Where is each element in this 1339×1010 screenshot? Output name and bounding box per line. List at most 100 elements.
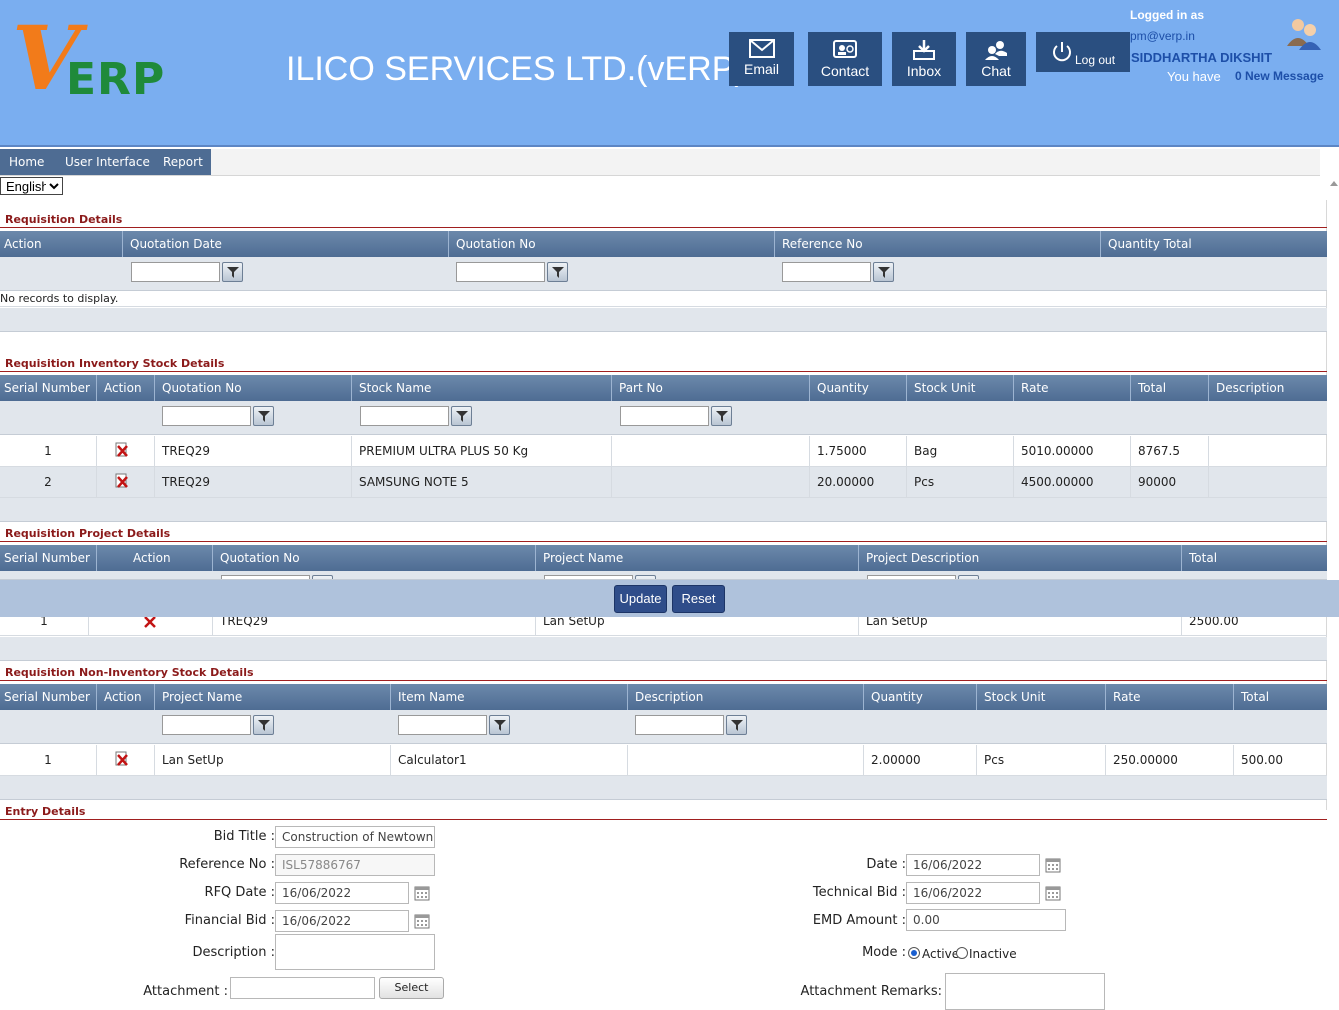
col-project-name[interactable]: Project Name [158,684,391,710]
date-label: Date : [866,857,906,872]
filter-button[interactable] [253,715,274,735]
bid-title-input[interactable]: Construction of Newtown of [275,826,435,848]
attachment-remarks-textarea[interactable] [945,973,1105,1010]
col-part-no[interactable]: Part No [615,375,810,401]
filter-icon [494,720,506,731]
select-file-button[interactable]: Select [379,977,444,999]
col-rate[interactable]: Rate [1109,684,1234,710]
filter-input[interactable] [456,262,545,282]
inbox-button[interactable]: Inbox [892,32,956,86]
menu-home[interactable]: Home [9,155,44,169]
delete-icon[interactable] [114,473,130,489]
col-rate[interactable]: Rate [1017,375,1131,401]
filter-button[interactable] [253,406,274,426]
col-stock-unit[interactable]: Stock Unit [910,375,1014,401]
col-quotation-no[interactable]: Quotation No [452,231,775,257]
filter-button[interactable] [873,262,894,282]
col-quantity[interactable]: Quantity [813,375,907,401]
update-button[interactable]: Update [614,585,667,613]
technical-bid-input[interactable]: 16/06/2022 [906,882,1040,904]
filter-input[interactable] [635,715,724,735]
col-stock-unit[interactable]: Stock Unit [980,684,1106,710]
col-serial-number[interactable]: Serial Number [0,375,97,401]
col-serial-number[interactable]: Serial Number [0,684,97,710]
calendar-icon[interactable] [1045,857,1061,873]
col-item-name[interactable]: Item Name [394,684,628,710]
col-total[interactable]: Total [1134,375,1209,401]
col-project-description[interactable]: Project Description [862,545,1182,571]
col-quotation-no[interactable]: Quotation No [216,545,536,571]
filter-input[interactable] [620,406,709,426]
calendar-icon[interactable] [1045,885,1061,901]
bid-title-label: Bid Title : [213,829,275,844]
financial-bid-input[interactable]: 16/06/2022 [275,910,409,932]
description-textarea[interactable] [275,934,435,970]
user-name: SIDDHARTHA DIKSHIT [1131,50,1273,65]
filter-input[interactable] [360,406,449,426]
calendar-icon[interactable] [414,885,430,901]
cell-serial: 1 [0,617,89,636]
chat-button[interactable]: Chat [966,32,1026,86]
col-quantity[interactable]: Quantity [867,684,977,710]
email-icon [748,39,775,58]
contact-button[interactable]: Contact [808,32,882,86]
col-project-name[interactable]: Project Name [539,545,859,571]
filter-button[interactable] [547,262,568,282]
col-description[interactable]: Description [631,684,864,710]
col-action[interactable]: Action [100,375,155,401]
mode-active-radio[interactable] [908,947,920,959]
filter-icon [716,411,728,422]
reference-no-input[interactable]: ISL57886767 [275,854,435,876]
filter-button[interactable] [726,715,747,735]
email-button[interactable]: Email [729,32,794,86]
attachment-input[interactable] [230,977,375,999]
filter-input[interactable] [162,715,251,735]
filter-button[interactable] [222,262,243,282]
emd-amount-input[interactable]: 0.00 [906,909,1066,931]
calendar-icon[interactable] [414,913,430,929]
col-quotation-no[interactable]: Quotation No [158,375,352,401]
logout-button[interactable]: Log out [1036,32,1130,72]
menu-user-interface[interactable]: User Interface [65,155,150,169]
mode-inactive-radio[interactable] [956,947,968,959]
date-input[interactable]: 16/06/2022 [906,854,1040,876]
logo-erp: ERP [66,54,166,105]
rfq-date-input[interactable]: 16/06/2022 [275,882,409,904]
delete-icon[interactable] [114,442,130,458]
table-row: 2 TREQ29 SAMSUNG NOTE 5 20.00000 Pcs 450… [0,467,1327,498]
new-message-link[interactable]: 0 New Message [1235,69,1324,83]
filter-button[interactable] [489,715,510,735]
mode-label: Mode : [862,945,906,960]
col-description[interactable]: Description [1212,375,1327,401]
cell-quotation-no: TREQ29 [158,436,352,467]
col-total[interactable]: Total [1237,684,1327,710]
filter-input[interactable] [398,715,487,735]
col-action[interactable]: Action [100,545,213,571]
language-select[interactable]: English [0,177,63,195]
filter-input[interactable] [162,406,251,426]
col-action[interactable]: Action [0,231,123,257]
menu-report[interactable]: Report [163,155,203,169]
power-icon [1053,42,1071,62]
delete-icon[interactable] [114,751,130,767]
header-bar: V ERP ILICO SERVICES LTD.(vERP) Email Co… [0,0,1339,147]
filter-button[interactable] [711,406,732,426]
col-action[interactable]: Action [100,684,155,710]
col-total[interactable]: Total [1185,545,1327,571]
filter-button[interactable] [451,406,472,426]
cell-action [89,617,213,636]
col-quantity-total[interactable]: Quantity Total [1104,231,1327,257]
filter-input[interactable] [782,262,871,282]
divider [0,306,1327,307]
attachment-label: Attachment : [143,984,228,999]
filter-icon [258,720,270,731]
filter-input[interactable] [131,262,220,282]
delete-icon[interactable] [142,617,158,630]
scroll-up-arrow[interactable] [1330,181,1338,186]
col-serial-number[interactable]: Serial Number [0,545,97,571]
col-quotation-date[interactable]: Quotation Date [126,231,449,257]
col-stock-name[interactable]: Stock Name [355,375,612,401]
req-details-footer [0,308,1327,332]
reset-button[interactable]: Reset [672,585,725,613]
col-reference-no[interactable]: Reference No [778,231,1101,257]
